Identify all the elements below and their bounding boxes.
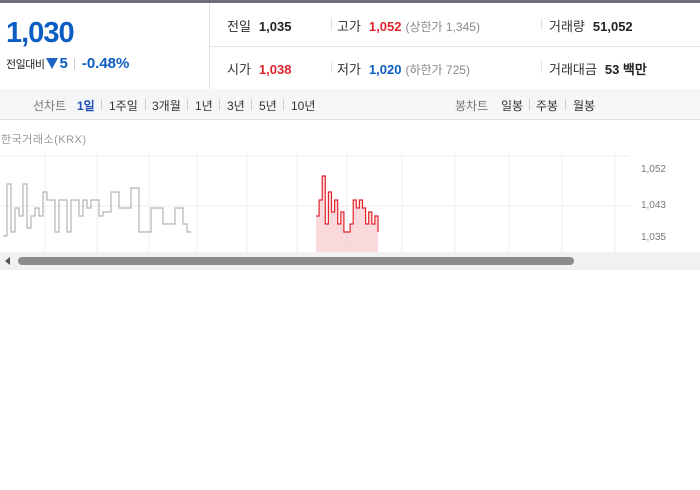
open-cell: 시가 1,038 — [227, 59, 291, 78]
candle-daily[interactable]: 일봉 — [501, 97, 523, 114]
high-cell: 고가 1,052 (상한가 1,345) — [337, 16, 480, 35]
period-divider — [101, 99, 102, 110]
period-1y[interactable]: 1년 — [195, 97, 213, 114]
change-row: 전일대비 5 -0.48% — [6, 55, 129, 72]
period-1w[interactable]: 1주일 — [109, 97, 138, 114]
lower-limit: (하한가 725) — [405, 63, 470, 77]
prev-close-cell: 전일 1,035 — [227, 16, 291, 35]
volume-label: 거래량 — [549, 19, 585, 34]
candle-monthly[interactable]: 월봉 — [573, 97, 595, 114]
chart-grid — [0, 154, 630, 252]
period-3m[interactable]: 3개월 — [152, 97, 181, 114]
chart-scrollbar-thumb[interactable] — [18, 257, 574, 265]
y-tick-label: 1,052 — [641, 164, 666, 175]
period-divider — [145, 99, 146, 110]
cell-divider — [541, 61, 542, 73]
open-label: 시가 — [227, 62, 251, 77]
prev-close-value: 1,035 — [258, 19, 292, 34]
candle-chart-label: 봉차트 — [455, 99, 489, 113]
change-divider — [73, 57, 75, 70]
change-label: 전일대비 — [6, 58, 45, 71]
period-divider — [187, 99, 188, 110]
low-label: 저가 — [337, 62, 361, 77]
chart-series — [3, 175, 379, 252]
open-value: 1,038 — [258, 62, 292, 77]
candle-weekly[interactable]: 주봉 — [536, 97, 558, 114]
cell-divider — [541, 18, 542, 30]
y-tick-label: 1,043 — [641, 200, 666, 211]
volume-cell: 거래량 51,052 — [549, 16, 633, 35]
period-5y[interactable]: 5년 — [259, 97, 277, 114]
period-10y[interactable]: 10년 — [291, 97, 315, 114]
chart-y-ticks: 1,052 1,043 1,035 — [641, 164, 666, 243]
line-chart-label: 선차트 — [33, 99, 67, 113]
period-divider — [219, 99, 220, 110]
prev-close-label: 전일 — [227, 19, 251, 34]
price-box: 1,030 전일대비 5 -0.48% — [0, 3, 210, 89]
volume-value: 51,052 — [592, 19, 633, 34]
down-triangle-icon — [46, 58, 59, 69]
upper-limit: (상한가 1,345) — [405, 20, 480, 34]
scroll-left-arrow-icon[interactable] — [5, 257, 10, 265]
period-1d[interactable]: 1일 — [77, 97, 95, 114]
price-chart: 1,052 1,043 1,035 — [0, 154, 666, 252]
trade-value-value: 53 백만 — [604, 62, 647, 77]
low-value: 1,020 — [368, 62, 402, 77]
quote-row-divider — [210, 46, 700, 47]
period-bar: 선차트 1일 1주일 3개월 1년 3년 5년 10년 봉차트 일봉 주봉 월봉 — [0, 89, 700, 120]
cell-divider — [331, 18, 332, 30]
cell-divider — [331, 61, 332, 73]
change-value: 5 — [59, 55, 68, 72]
trade-value-cell: 거래대금 53 백만 — [549, 59, 647, 78]
y-tick-label: 1,035 — [641, 232, 666, 243]
trade-value-label: 거래대금 — [549, 62, 597, 77]
quote-panel: 1,030 전일대비 5 -0.48% 전일 1,035 고가 1,052 (상한가 … — [0, 3, 700, 90]
high-value: 1,052 — [368, 19, 402, 34]
low-cell: 저가 1,020 (하한가 725) — [337, 59, 470, 78]
period-divider — [565, 99, 566, 110]
high-label: 고가 — [337, 19, 361, 34]
change-percent: -0.48% — [81, 55, 130, 72]
period-divider — [529, 99, 530, 110]
current-price: 1,030 — [6, 17, 75, 49]
period-3y[interactable]: 3년 — [227, 97, 245, 114]
period-divider — [283, 99, 284, 110]
period-divider — [251, 99, 252, 110]
